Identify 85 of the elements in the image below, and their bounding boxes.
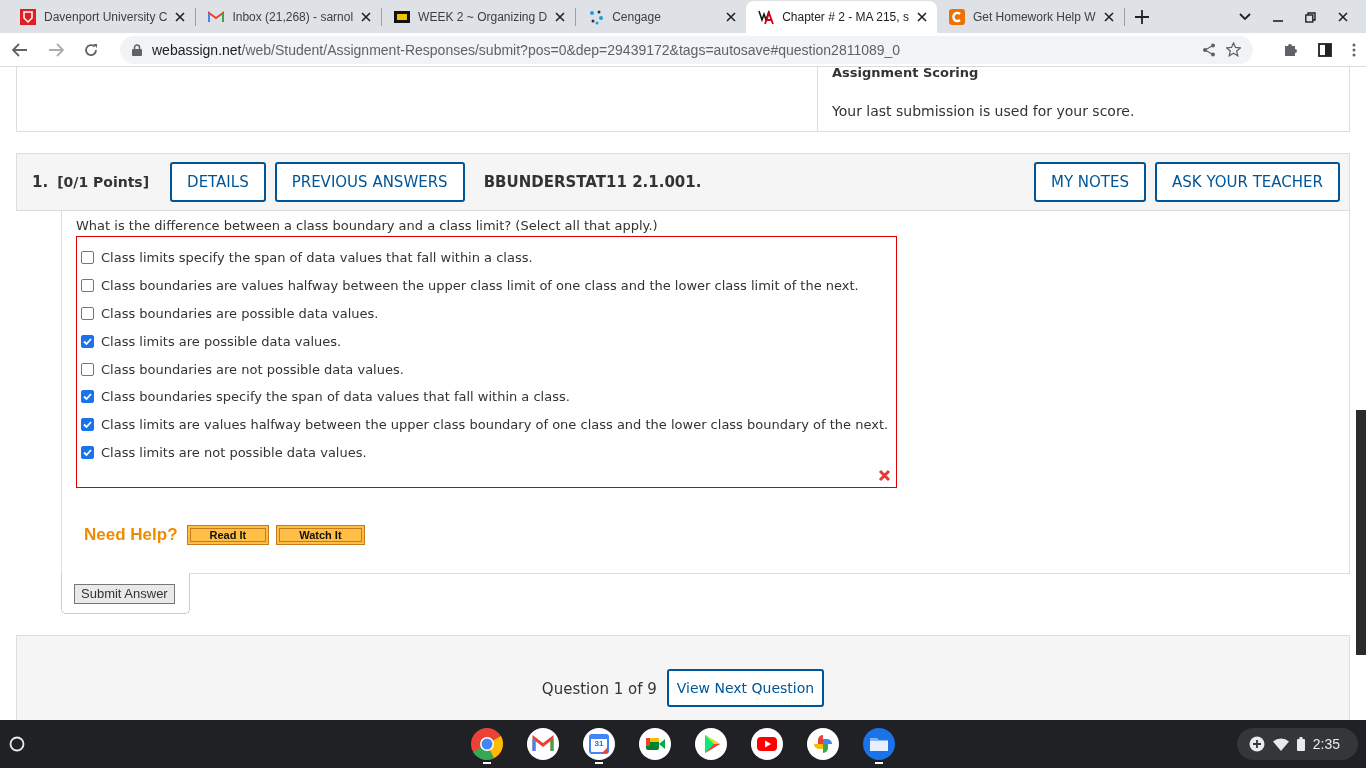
option-label: Class boundaries are possible data values. — [101, 306, 379, 321]
browser-tab[interactable]: Cengage — [576, 1, 747, 33]
mail-app-icon[interactable] — [526, 727, 560, 761]
option-label: Class limits specify the span of data values that fall within a class. — [101, 250, 533, 266]
checkbox[interactable] — [81, 251, 94, 265]
next-question-button[interactable]: View Next Question — [666, 669, 825, 707]
star-icon[interactable] — [1226, 42, 1241, 57]
launcher-icon[interactable] — [9, 736, 25, 752]
clock-time: 2:35 — [1312, 736, 1340, 752]
close-icon[interactable] — [1338, 12, 1348, 22]
lock-icon — [132, 43, 142, 56]
submit-button[interactable]: Submit Answer — [74, 583, 175, 604]
restore-icon[interactable] — [1305, 11, 1316, 23]
question-code: BBUNDERSTAT11 2.1.001. — [483, 173, 702, 191]
more-menu-icon[interactable] — [1352, 42, 1356, 57]
add-circle-icon — [1248, 736, 1265, 752]
checkbox[interactable] — [81, 445, 94, 459]
rounded-logo-icon — [948, 9, 965, 25]
running-indicator — [875, 762, 883, 764]
address-bar[interactable]: webassign.net/web/Student/Assignment-Responses/submit?pos=0&dep=29439172&tags=autosave#question2811089_0 — [120, 35, 1253, 64]
envelope-logo-icon — [208, 11, 225, 23]
header-button[interactable]: ASK YOUR TEACHER — [1155, 162, 1340, 202]
puzzle-piece-icon[interactable] — [1283, 42, 1298, 57]
scrollbar-thumb[interactable] — [1356, 410, 1366, 655]
close-icon[interactable] — [175, 12, 186, 22]
chevron-down-icon[interactable] — [1239, 13, 1251, 21]
browser-tab[interactable]: WEEK 2 ~ Organizing D — [382, 1, 576, 33]
header-button[interactable]: DETAILS — [170, 162, 266, 202]
close-icon[interactable] — [726, 12, 737, 22]
url-text: webassign.net/web/Student/Assignment-Responses/submit?pos=0&dep=29439172&tags=autosave#question2811089_0 — [152, 41, 902, 58]
browser-app-icon[interactable] — [470, 727, 504, 761]
header-button[interactable]: PREVIOUS ANSWERS — [274, 162, 465, 202]
browser-tab[interactable]: Inbox (21,268) - sarnol — [196, 1, 382, 33]
option-label: Class limits are not possible data values. — [101, 444, 367, 460]
reload-icon[interactable] — [84, 42, 98, 57]
shield-logo-icon — [20, 9, 36, 25]
points-label: [0/1 Points] — [57, 174, 150, 190]
pinwheel-app-icon[interactable] — [806, 727, 840, 761]
section-heading: Assignment Scoring — [832, 67, 980, 80]
running-indicator — [483, 762, 491, 764]
back-arrow-icon[interactable] — [12, 42, 28, 57]
checkbox[interactable] — [81, 390, 94, 404]
close-icon[interactable] — [361, 12, 372, 22]
question-prompt: What is the difference between a class boundary and a class limit? (Select all that apply.) — [76, 218, 659, 233]
scoring-note: Your last submission is used for your score. — [832, 103, 1135, 119]
help-label: Need Help? — [84, 525, 178, 545]
status-tray[interactable]: 2:35 — [1236, 728, 1358, 760]
share-icon[interactable] — [1202, 42, 1216, 57]
wifi-icon — [1272, 737, 1289, 751]
browser-tab[interactable]: Chapter # 2 - MA 215, s — [746, 1, 937, 33]
checkmark-icon — [82, 419, 93, 431]
side-panel-icon[interactable] — [1318, 42, 1332, 57]
dots-logo-icon — [588, 9, 605, 25]
close-icon[interactable] — [916, 12, 927, 22]
option-label: Class boundaries specify the span of data values that fall within a class. — [101, 389, 570, 405]
new-tab-icon[interactable] — [1134, 10, 1149, 24]
letters-logo-icon — [758, 9, 775, 25]
checkmark-icon — [82, 391, 93, 403]
close-icon[interactable] — [1103, 12, 1114, 22]
square-logo-icon — [394, 11, 411, 23]
video-camera-app-icon[interactable] — [638, 727, 672, 761]
browser-tab[interactable]: Get Homework Help W — [936, 1, 1124, 33]
help-button[interactable]: Watch It — [276, 525, 365, 545]
running-indicator — [595, 762, 603, 764]
close-icon[interactable] — [555, 12, 566, 22]
browser-tab[interactable]: Davenport University C — [8, 1, 196, 33]
play-button-app-icon[interactable] — [750, 727, 784, 761]
checkbox[interactable] — [81, 334, 94, 348]
option-label: Class boundaries are not possible data values. — [101, 361, 404, 377]
calendar-app-icon[interactable] — [582, 727, 616, 761]
checkbox[interactable] — [81, 362, 94, 376]
option-label: Class boundaries are values halfway between the upper class limit of one class and the lower class limit of the next. — [101, 278, 859, 294]
folder-app-icon[interactable] — [862, 727, 896, 761]
calendar-date: 31 — [593, 739, 605, 748]
play-triangle-app-icon[interactable] — [694, 727, 728, 761]
header-button[interactable]: MY NOTES — [1033, 162, 1146, 202]
option-label: Class limits are values halfway between the upper class boundary of one class and the lower class boundary of the next. — [101, 417, 889, 433]
checkbox[interactable] — [81, 307, 94, 320]
question-position: Question 1 of 9 — [541, 680, 657, 698]
battery-icon — [1296, 737, 1305, 751]
help-button[interactable]: Read It — [186, 525, 270, 545]
checkbox[interactable] — [81, 279, 94, 293]
question-number: 1. — [32, 173, 49, 191]
option-label: Class limits are possible data values. — [101, 333, 342, 349]
checkbox[interactable] — [81, 418, 94, 432]
